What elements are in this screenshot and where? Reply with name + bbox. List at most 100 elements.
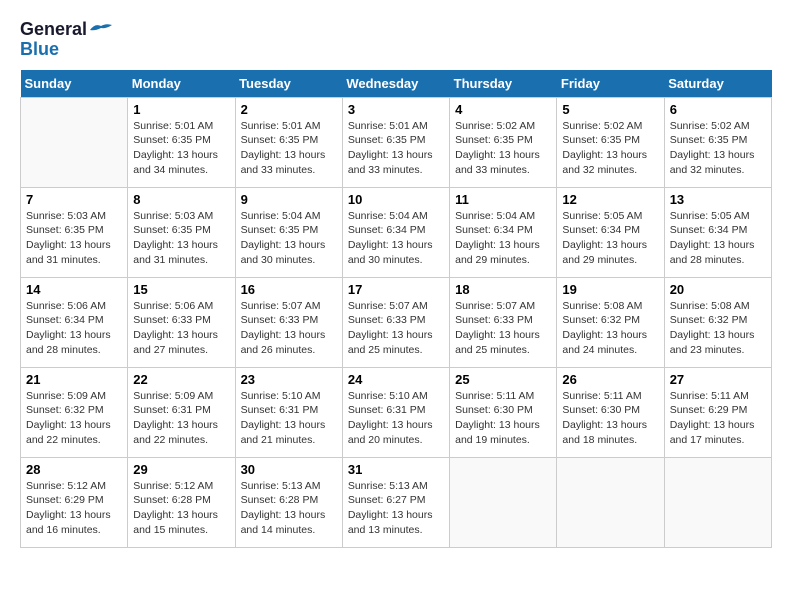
day-cell-5: 5 Sunrise: 5:02 AMSunset: 6:35 PMDaylight… xyxy=(557,97,664,187)
day-number: 14 xyxy=(26,282,122,297)
day-number: 24 xyxy=(348,372,444,387)
day-number: 5 xyxy=(562,102,658,117)
day-cell-18: 18 Sunrise: 5:07 AMSunset: 6:33 PMDayligh… xyxy=(450,277,557,367)
day-cell-8: 8 Sunrise: 5:03 AMSunset: 6:35 PMDaylight… xyxy=(128,187,235,277)
day-info: Sunrise: 5:09 AMSunset: 6:32 PMDaylight:… xyxy=(26,389,122,448)
day-number: 20 xyxy=(670,282,766,297)
day-cell-31: 31 Sunrise: 5:13 AMSunset: 6:27 PMDayligh… xyxy=(342,457,449,547)
day-number: 17 xyxy=(348,282,444,297)
day-cell-28: 28Sunrise: 5:12 AMSunset: 6:29 PMDayligh… xyxy=(21,457,128,547)
day-number: 16 xyxy=(241,282,337,297)
day-info: Sunrise: 5:12 AMSunset: 6:29 PMDaylight:… xyxy=(26,479,122,538)
day-cell-17: 17 Sunrise: 5:07 AMSunset: 6:33 PMDayligh… xyxy=(342,277,449,367)
day-info: Sunrise: 5:08 AMSunset: 6:32 PMDaylight:… xyxy=(562,299,658,358)
day-info: Sunrise: 5:05 AMSunset: 6:34 PMDaylight:… xyxy=(670,209,766,268)
calendar-table: SundayMondayTuesdayWednesdayThursdayFrid… xyxy=(20,70,772,548)
day-number: 21 xyxy=(26,372,122,387)
day-info: Sunrise: 5:11 AMSunset: 6:30 PMDaylight:… xyxy=(562,389,658,448)
col-header-saturday: Saturday xyxy=(664,70,771,98)
day-info: Sunrise: 5:06 AMSunset: 6:33 PMDaylight:… xyxy=(133,299,229,358)
day-cell-6: 6 Sunrise: 5:02 AMSunset: 6:35 PMDaylight… xyxy=(664,97,771,187)
day-info: Sunrise: 5:04 AMSunset: 6:34 PMDaylight:… xyxy=(455,209,551,268)
day-number: 8 xyxy=(133,192,229,207)
day-cell-24: 24Sunrise: 5:10 AMSunset: 6:31 PMDayligh… xyxy=(342,367,449,457)
week-row-5: 28Sunrise: 5:12 AMSunset: 6:29 PMDayligh… xyxy=(21,457,772,547)
day-cell-15: 15 Sunrise: 5:06 AMSunset: 6:33 PMDayligh… xyxy=(128,277,235,367)
header: GeneralBlue xyxy=(20,20,772,60)
day-info: Sunrise: 5:07 AMSunset: 6:33 PMDaylight:… xyxy=(455,299,551,358)
col-header-friday: Friday xyxy=(557,70,664,98)
day-info: Sunrise: 5:04 AMSunset: 6:34 PMDaylight:… xyxy=(348,209,444,268)
week-row-2: 7 Sunrise: 5:03 AMSunset: 6:35 PMDaylight… xyxy=(21,187,772,277)
col-header-sunday: Sunday xyxy=(21,70,128,98)
day-number: 2 xyxy=(241,102,337,117)
day-number: 7 xyxy=(26,192,122,207)
day-info: Sunrise: 5:03 AMSunset: 6:35 PMDaylight:… xyxy=(133,209,229,268)
day-info: Sunrise: 5:03 AMSunset: 6:35 PMDaylight:… xyxy=(26,209,122,268)
day-info: Sunrise: 5:07 AMSunset: 6:33 PMDaylight:… xyxy=(348,299,444,358)
day-cell-13: 13 Sunrise: 5:05 AMSunset: 6:34 PMDayligh… xyxy=(664,187,771,277)
day-info: Sunrise: 5:11 AMSunset: 6:29 PMDaylight:… xyxy=(670,389,766,448)
day-cell-19: 19 Sunrise: 5:08 AMSunset: 6:32 PMDayligh… xyxy=(557,277,664,367)
day-cell-11: 11 Sunrise: 5:04 AMSunset: 6:34 PMDayligh… xyxy=(450,187,557,277)
day-number: 29 xyxy=(133,462,229,477)
day-cell-23: 23Sunrise: 5:10 AMSunset: 6:31 PMDayligh… xyxy=(235,367,342,457)
day-info: Sunrise: 5:04 AMSunset: 6:35 PMDaylight:… xyxy=(241,209,337,268)
day-info: Sunrise: 5:09 AMSunset: 6:31 PMDaylight:… xyxy=(133,389,229,448)
day-number: 22 xyxy=(133,372,229,387)
day-cell-22: 22 Sunrise: 5:09 AMSunset: 6:31 PMDayligh… xyxy=(128,367,235,457)
day-cell-4: 4 Sunrise: 5:02 AMSunset: 6:35 PMDaylight… xyxy=(450,97,557,187)
empty-cell xyxy=(21,97,128,187)
day-info: Sunrise: 5:13 AMSunset: 6:28 PMDaylight:… xyxy=(241,479,337,538)
day-number: 13 xyxy=(670,192,766,207)
empty-cell xyxy=(557,457,664,547)
day-number: 18 xyxy=(455,282,551,297)
day-number: 25 xyxy=(455,372,551,387)
day-info: Sunrise: 5:12 AMSunset: 6:28 PMDaylight:… xyxy=(133,479,229,538)
day-info: Sunrise: 5:07 AMSunset: 6:33 PMDaylight:… xyxy=(241,299,337,358)
day-info: Sunrise: 5:13 AMSunset: 6:27 PMDaylight:… xyxy=(348,479,444,538)
day-number: 11 xyxy=(455,192,551,207)
week-row-1: 1 Sunrise: 5:01 AMSunset: 6:35 PMDaylight… xyxy=(21,97,772,187)
day-number: 12 xyxy=(562,192,658,207)
day-cell-27: 27 Sunrise: 5:11 AMSunset: 6:29 PMDayligh… xyxy=(664,367,771,457)
empty-cell xyxy=(450,457,557,547)
day-number: 19 xyxy=(562,282,658,297)
day-number: 3 xyxy=(348,102,444,117)
day-number: 15 xyxy=(133,282,229,297)
day-number: 9 xyxy=(241,192,337,207)
day-cell-26: 26 Sunrise: 5:11 AMSunset: 6:30 PMDayligh… xyxy=(557,367,664,457)
day-cell-10: 10Sunrise: 5:04 AMSunset: 6:34 PMDayligh… xyxy=(342,187,449,277)
day-cell-29: 29 Sunrise: 5:12 AMSunset: 6:28 PMDayligh… xyxy=(128,457,235,547)
day-cell-12: 12Sunrise: 5:05 AMSunset: 6:34 PMDayligh… xyxy=(557,187,664,277)
day-info: Sunrise: 5:01 AMSunset: 6:35 PMDaylight:… xyxy=(348,119,444,178)
day-number: 23 xyxy=(241,372,337,387)
day-cell-21: 21 Sunrise: 5:09 AMSunset: 6:32 PMDayligh… xyxy=(21,367,128,457)
day-info: Sunrise: 5:02 AMSunset: 6:35 PMDaylight:… xyxy=(455,119,551,178)
day-info: Sunrise: 5:01 AMSunset: 6:35 PMDaylight:… xyxy=(241,119,337,178)
logo: GeneralBlue xyxy=(20,20,112,60)
day-info: Sunrise: 5:02 AMSunset: 6:35 PMDaylight:… xyxy=(562,119,658,178)
day-cell-20: 20 Sunrise: 5:08 AMSunset: 6:32 PMDayligh… xyxy=(664,277,771,367)
day-info: Sunrise: 5:02 AMSunset: 6:35 PMDaylight:… xyxy=(670,119,766,178)
day-number: 1 xyxy=(133,102,229,117)
day-number: 27 xyxy=(670,372,766,387)
col-header-monday: Monday xyxy=(128,70,235,98)
col-header-wednesday: Wednesday xyxy=(342,70,449,98)
week-row-4: 21 Sunrise: 5:09 AMSunset: 6:32 PMDayligh… xyxy=(21,367,772,457)
day-info: Sunrise: 5:08 AMSunset: 6:32 PMDaylight:… xyxy=(670,299,766,358)
day-cell-1: 1 Sunrise: 5:01 AMSunset: 6:35 PMDaylight… xyxy=(128,97,235,187)
day-cell-9: 9 Sunrise: 5:04 AMSunset: 6:35 PMDaylight… xyxy=(235,187,342,277)
empty-cell xyxy=(664,457,771,547)
day-cell-16: 16 Sunrise: 5:07 AMSunset: 6:33 PMDayligh… xyxy=(235,277,342,367)
calendar-header-row: SundayMondayTuesdayWednesdayThursdayFrid… xyxy=(21,70,772,98)
day-info: Sunrise: 5:01 AMSunset: 6:35 PMDaylight:… xyxy=(133,119,229,178)
day-number: 26 xyxy=(562,372,658,387)
day-cell-2: 2 Sunrise: 5:01 AMSunset: 6:35 PMDaylight… xyxy=(235,97,342,187)
day-cell-14: 14Sunrise: 5:06 AMSunset: 6:34 PMDayligh… xyxy=(21,277,128,367)
day-number: 4 xyxy=(455,102,551,117)
day-cell-7: 7 Sunrise: 5:03 AMSunset: 6:35 PMDaylight… xyxy=(21,187,128,277)
day-number: 6 xyxy=(670,102,766,117)
day-number: 31 xyxy=(348,462,444,477)
day-cell-25: 25Sunrise: 5:11 AMSunset: 6:30 PMDayligh… xyxy=(450,367,557,457)
